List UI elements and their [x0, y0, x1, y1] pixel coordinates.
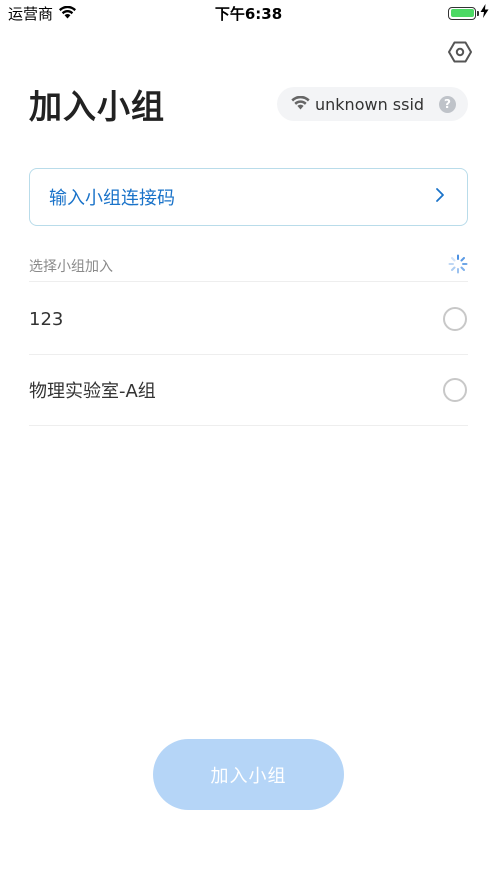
wifi-ssid-label: unknown ssid [315, 94, 425, 114]
group-list-header: 选择小组加入 [29, 250, 468, 282]
group-list: 123 物理实验室-A组 [29, 284, 468, 426]
page-title: 加入小组 [29, 87, 165, 126]
group-code-entry-label: 输入小组连接码 [49, 188, 175, 209]
list-item[interactable]: 123 [29, 284, 468, 355]
wifi-icon [291, 95, 310, 114]
battery-status [448, 4, 489, 22]
group-name: 物理实验室-A组 [29, 381, 156, 402]
status-time: 下午6:38 [214, 5, 283, 23]
group-code-entry-button[interactable]: 输入小组连接码 [29, 168, 468, 226]
charging-icon [480, 4, 489, 22]
settings-hexagon-icon [448, 41, 472, 63]
status-bar: 运营商 下午6:38 [0, 0, 497, 26]
settings-button[interactable] [447, 39, 473, 65]
group-radio[interactable] [443, 307, 467, 331]
wifi-ssid-chip[interactable]: unknown ssid ? [277, 87, 468, 121]
group-name: 123 [29, 308, 64, 330]
join-group-button[interactable]: 加入小组 [153, 739, 344, 810]
loading-spinner-icon [448, 254, 468, 278]
chevron-right-icon [435, 187, 445, 207]
group-radio[interactable] [443, 378, 467, 402]
help-icon[interactable]: ? [439, 95, 456, 113]
section-label: 选择小组加入 [29, 258, 113, 275]
battery-icon [448, 6, 479, 20]
list-item[interactable]: 物理实验室-A组 [29, 355, 468, 426]
